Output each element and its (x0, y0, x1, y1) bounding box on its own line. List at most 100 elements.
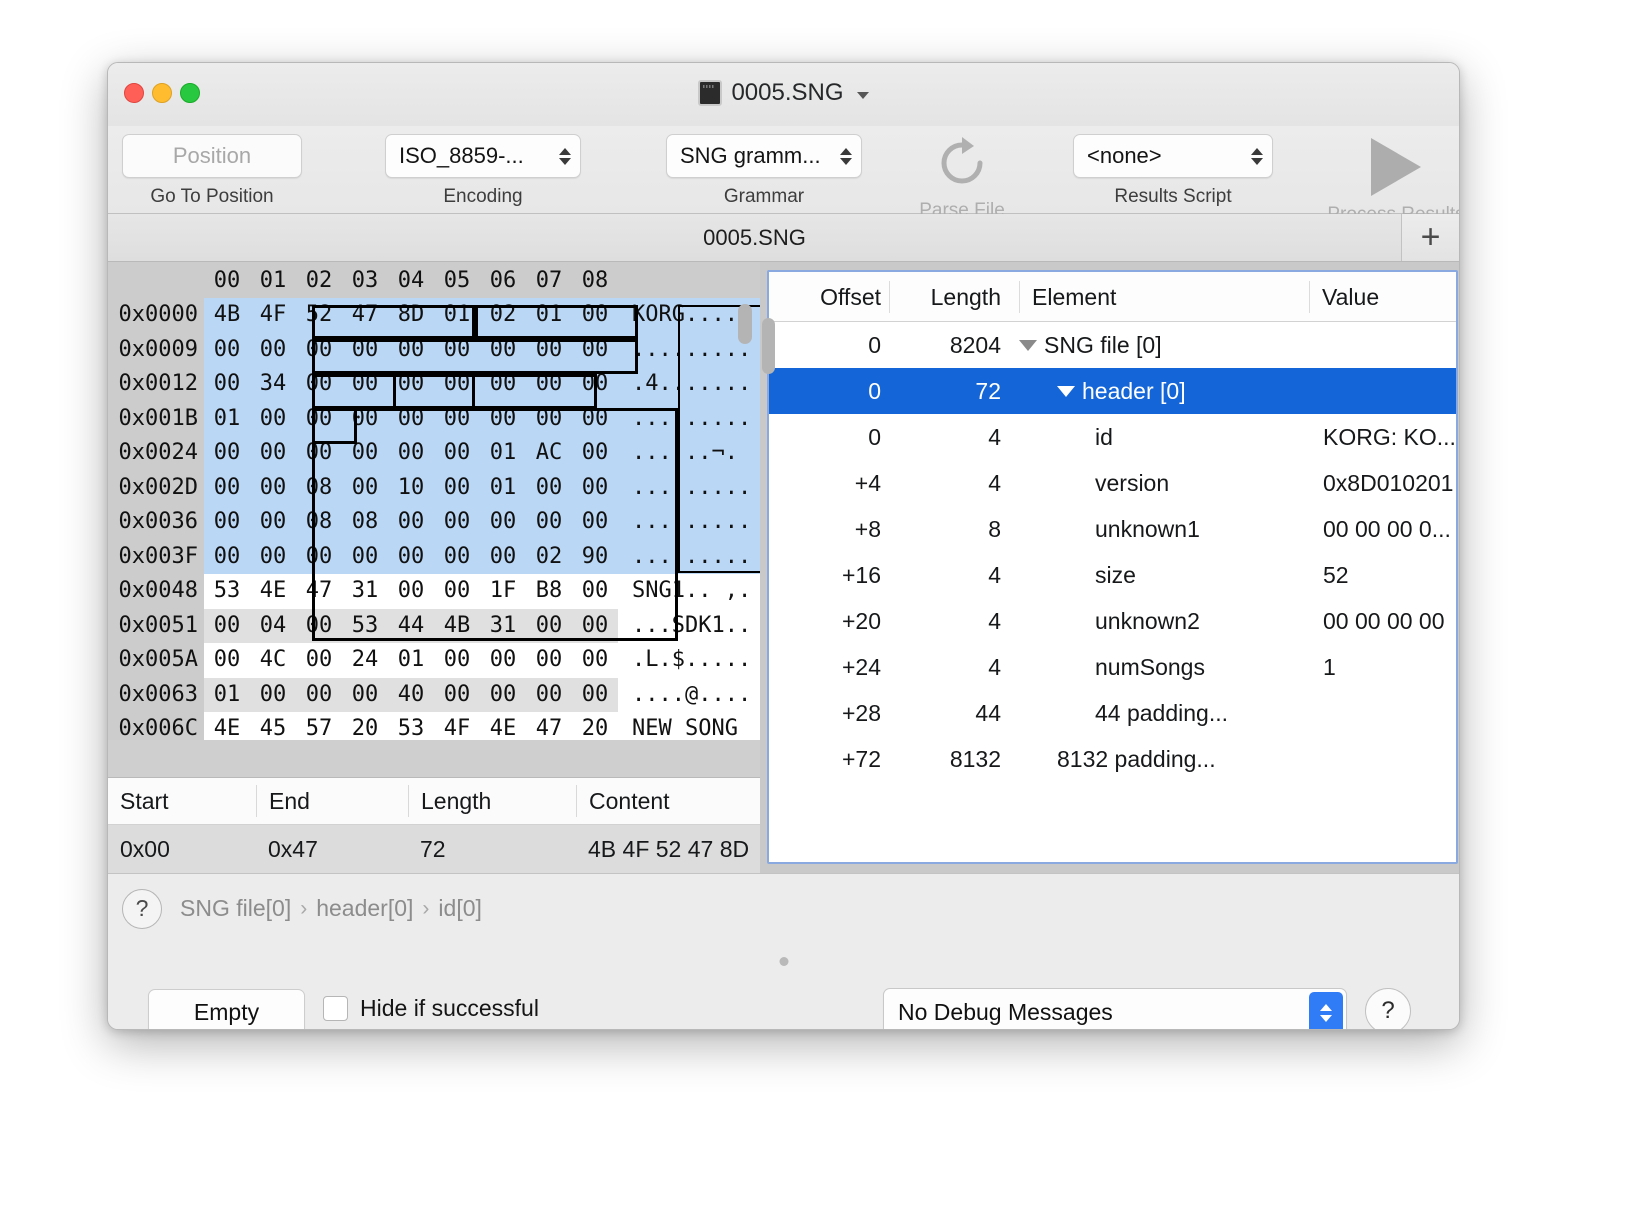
hex-byte[interactable]: 00 (526, 471, 572, 506)
hex-byte[interactable]: 4C (250, 643, 296, 678)
hex-byte[interactable]: 00 (388, 574, 434, 609)
hex-byte[interactable]: 00 (572, 298, 618, 333)
hex-byte[interactable]: 00 (480, 678, 526, 713)
hex-byte[interactable]: 00 (250, 402, 296, 437)
debug-messages-select[interactable]: No Debug Messages (883, 988, 1347, 1029)
hex-row[interactable]: 0x0051 00 04 00 53 44 4B 31 00 00 ...SDK1.. (108, 608, 760, 644)
hex-byte[interactable]: 01 (434, 298, 480, 333)
hex-byte[interactable]: 00 (572, 367, 618, 402)
position-input[interactable]: Position (122, 134, 302, 178)
results-col-value[interactable]: Value (1309, 280, 1456, 313)
results-col-length[interactable]: Length (889, 280, 1019, 313)
add-tab-button[interactable]: + (1401, 214, 1459, 261)
hex-byte[interactable]: 20 (572, 712, 618, 740)
hex-row[interactable]: 0x005A 00 4C 00 24 01 00 00 00 00 .L.$..... (108, 643, 760, 678)
hex-byte[interactable]: 52 (296, 298, 342, 333)
hex-byte[interactable]: 00 (480, 505, 526, 540)
hex-byte[interactable]: 00 (434, 540, 480, 575)
bottom-help-icon[interactable]: ? (1365, 988, 1411, 1029)
table-row[interactable]: 0 72 header [0] (769, 368, 1456, 414)
hex-byte[interactable]: 00 (434, 333, 480, 368)
disclosure-triangle-icon[interactable] (1019, 339, 1037, 351)
results-script-stepper-icon[interactable] (1250, 147, 1264, 165)
hex-row[interactable]: 0x0024 00 00 00 00 00 00 01 AC 00 ......¬. (108, 436, 760, 471)
hex-byte[interactable]: 00 (296, 333, 342, 368)
hex-byte[interactable]: 00 (296, 367, 342, 402)
hex-byte[interactable]: 02 (480, 298, 526, 333)
hex-byte[interactable]: 00 (296, 609, 342, 644)
hex-byte[interactable]: 31 (480, 609, 526, 644)
hex-row-bytes[interactable]: 00 00 00 00 00 00 00 00 00 (204, 332, 618, 368)
breadcrumb-item[interactable]: header[0] (316, 895, 413, 922)
results-col-offset[interactable]: Offset (769, 281, 889, 313)
range-col-length[interactable]: Length (408, 785, 576, 817)
hex-byte[interactable]: 00 (572, 678, 618, 713)
hex-byte[interactable]: 02 (526, 540, 572, 575)
hex-byte[interactable]: 53 (388, 712, 434, 740)
hex-byte[interactable]: 20 (342, 712, 388, 740)
hex-byte[interactable]: 00 (572, 471, 618, 506)
hex-byte[interactable]: 00 (388, 333, 434, 368)
table-row[interactable]: +72 8132 8132 padding... (769, 736, 1456, 782)
hex-byte[interactable]: 47 (526, 712, 572, 740)
hex-row[interactable]: 0x001B 01 00 00 00 00 00 00 00 00......... (108, 401, 760, 437)
hex-byte[interactable]: 00 (572, 574, 618, 609)
table-row[interactable]: +16 4 size 52 (769, 552, 1456, 598)
range-col-start[interactable]: Start (108, 785, 256, 817)
hex-byte[interactable]: 4E (250, 574, 296, 609)
hex-row-bytes[interactable]: 00 4C 00 24 01 00 00 00 00 (204, 643, 618, 678)
hex-byte[interactable]: 00 (388, 505, 434, 540)
hex-byte[interactable]: 00 (296, 402, 342, 437)
table-row[interactable]: +24 4 numSongs 1 (769, 644, 1456, 690)
hex-byte[interactable]: 24 (342, 643, 388, 678)
hex-byte[interactable]: B8 (526, 574, 572, 609)
hex-byte[interactable]: 47 (296, 574, 342, 609)
hex-row[interactable]: 0x0000 4B 4F 52 47 8D 01 02 01 00 KORG..... (108, 298, 760, 333)
hex-byte[interactable]: 53 (342, 609, 388, 644)
hex-byte[interactable]: 00 (204, 643, 250, 678)
play-icon[interactable] (1371, 138, 1421, 196)
hex-row[interactable]: 0x0036 00 00 08 08 00 00 00 00 00......... (108, 505, 760, 540)
hex-row[interactable]: 0x0009 00 00 00 00 00 00 00 00 00......... (108, 332, 760, 368)
debug-stepper-icon[interactable] (1309, 992, 1343, 1029)
hex-row-bytes[interactable]: 01 00 00 00 00 00 00 00 00 (204, 401, 618, 437)
hex-byte[interactable]: 00 (342, 471, 388, 506)
hex-byte[interactable]: 04 (250, 609, 296, 644)
results-script-select[interactable]: <none> (1073, 134, 1273, 178)
hex-byte[interactable]: 01 (526, 298, 572, 333)
hex-byte[interactable]: 00 (204, 333, 250, 368)
hex-row[interactable]: 0x002D 00 00 08 00 10 00 01 00 00......... (108, 470, 760, 506)
document-title-group[interactable]: 0005.SNG (108, 79, 1459, 107)
hex-scroll-thumb[interactable] (738, 304, 752, 344)
table-row[interactable]: +8 8 unknown1 00 00 00 0... (769, 506, 1456, 552)
hex-byte[interactable]: 01 (204, 678, 250, 713)
hex-byte[interactable]: 08 (296, 471, 342, 506)
hex-byte[interactable]: 00 (526, 333, 572, 368)
hex-byte[interactable]: 00 (250, 436, 296, 471)
hex-byte[interactable]: 4F (434, 712, 480, 740)
hex-byte[interactable]: 00 (526, 505, 572, 540)
hex-byte[interactable]: 00 (204, 367, 250, 402)
hex-byte[interactable]: 00 (388, 436, 434, 471)
hex-byte[interactable]: 00 (480, 367, 526, 402)
hex-byte[interactable]: 00 (480, 540, 526, 575)
table-row[interactable]: 0x00 0x47 72 4B 4F 52 47 8D (108, 825, 784, 873)
hex-byte[interactable]: 00 (388, 540, 434, 575)
hex-byte[interactable]: 00 (204, 471, 250, 506)
hex-row-bytes[interactable]: 01 00 00 00 40 00 00 00 00 (204, 677, 618, 713)
hex-byte[interactable]: 00 (204, 505, 250, 540)
hex-byte[interactable]: 00 (250, 540, 296, 575)
hex-byte[interactable]: 34 (250, 367, 296, 402)
hex-byte[interactable]: 00 (434, 505, 480, 540)
hex-rows[interactable]: 0x0000 4B 4F 52 47 8D 01 02 01 00 KORG..... 0x0009 0… (108, 298, 760, 740)
refresh-icon[interactable] (933, 134, 991, 192)
grammar-select[interactable]: SNG gramm... (666, 134, 862, 178)
hex-byte[interactable]: 4E (204, 712, 250, 740)
hex-byte[interactable]: 4B (204, 298, 250, 333)
empty-button[interactable]: Empty (148, 989, 305, 1029)
hex-byte[interactable]: 00 (434, 471, 480, 506)
hex-byte[interactable]: 8D (388, 298, 434, 333)
hex-byte[interactable]: 00 (434, 678, 480, 713)
hex-byte[interactable]: 00 (526, 678, 572, 713)
hex-byte[interactable]: 00 (480, 333, 526, 368)
